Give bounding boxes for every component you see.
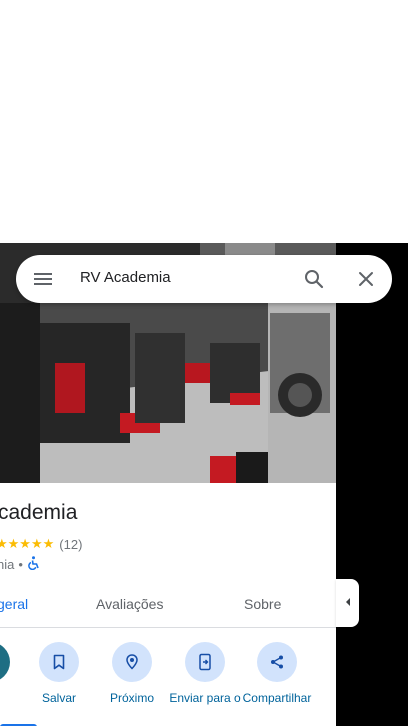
- chevron-left-icon: [344, 594, 352, 612]
- rating-stars: ★★★★★: [0, 536, 55, 551]
- search-input[interactable]: [80, 269, 280, 286]
- save-label: Salvar: [41, 691, 76, 705]
- separator-dot: •: [18, 557, 23, 572]
- nearby-label: Próximo: [109, 691, 154, 705]
- review-count: (12): [59, 536, 83, 552]
- send-to-phone-label: Enviar para o: [169, 691, 241, 705]
- map-background: [336, 243, 408, 726]
- place-details-panel: cademia ★★★★★ (12) nia • geral Avaliaçõe…: [0, 483, 336, 726]
- send-to-phone-button[interactable]: Enviar para o: [168, 642, 242, 705]
- search-icon[interactable]: [303, 268, 325, 290]
- close-icon[interactable]: [356, 269, 376, 289]
- category-row: nia •: [0, 556, 40, 573]
- wheelchair-accessible-icon: [27, 556, 40, 573]
- share-icon: [257, 642, 297, 682]
- place-tabs: geral Avaliações Sobre: [0, 583, 336, 726]
- search-bar: [16, 255, 392, 303]
- share-button[interactable]: Compartilhar: [240, 642, 314, 705]
- send-to-phone-icon: [185, 642, 225, 682]
- category-label: nia: [0, 557, 15, 572]
- tab-reviews[interactable]: Avaliações: [96, 583, 163, 627]
- place-title: cademia: [0, 501, 78, 524]
- directions-button[interactable]: [0, 642, 10, 682]
- rating-row[interactable]: ★★★★★ (12): [0, 536, 82, 552]
- bookmark-icon: [39, 642, 79, 682]
- share-label: Compartilhar: [242, 691, 312, 705]
- save-button[interactable]: Salvar: [22, 642, 96, 705]
- collapse-panel-button[interactable]: [336, 579, 359, 627]
- nearby-icon: [112, 642, 152, 682]
- tab-about[interactable]: Sobre: [244, 583, 281, 627]
- nearby-button[interactable]: Próximo: [95, 642, 169, 705]
- tab-overview[interactable]: geral: [0, 583, 28, 627]
- menu-icon[interactable]: [33, 269, 53, 289]
